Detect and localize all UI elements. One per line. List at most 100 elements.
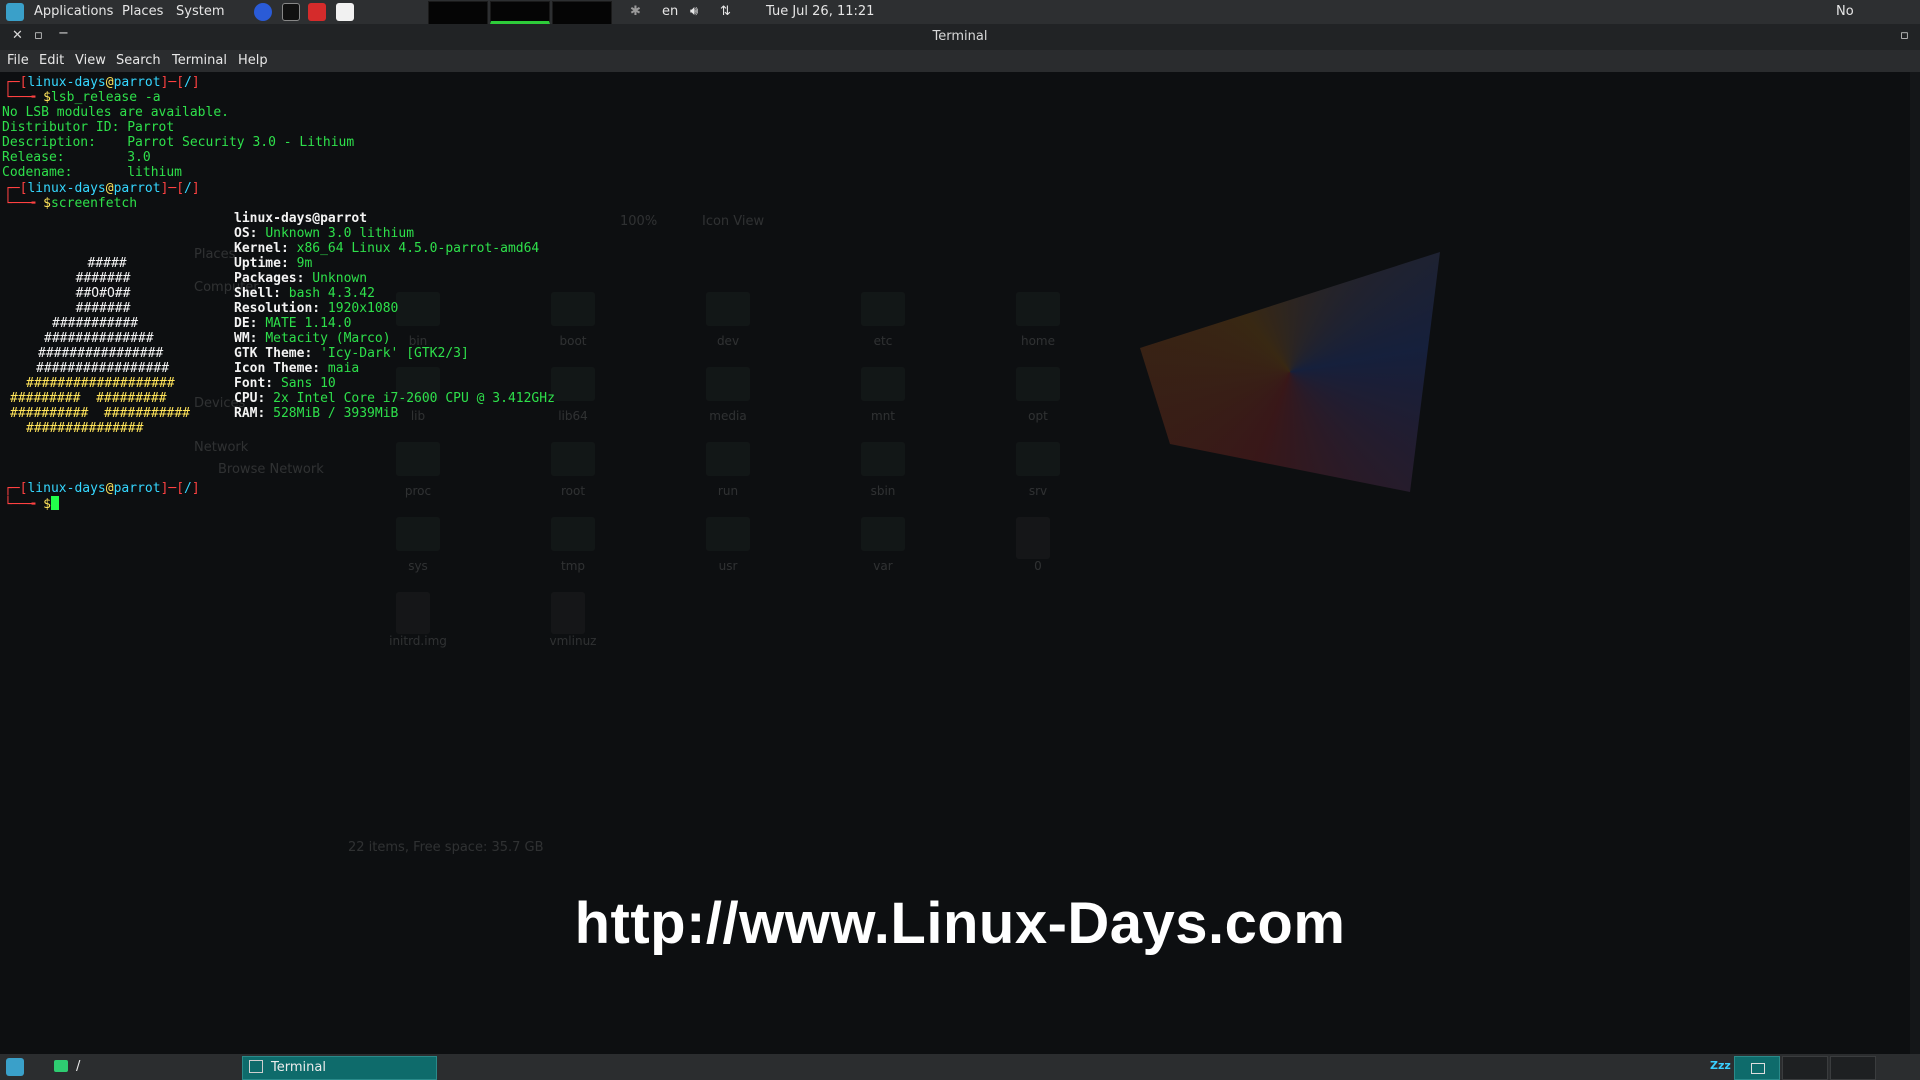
ascii-logo-line: ########### xyxy=(52,316,139,331)
screenshot-icon[interactable] xyxy=(308,3,326,21)
folder-icon xyxy=(861,517,905,551)
folder-label: dev xyxy=(716,334,740,348)
ascii-logo-line: ##O#O## xyxy=(60,286,131,301)
screenfetch-value: x86_64 Linux 4.5.0-parrot-amd64 xyxy=(296,241,540,256)
screenfetch-line: OS: Unknown 3.0 lithium xyxy=(234,226,414,241)
folder-label: tmp xyxy=(560,559,585,573)
folder-label: run xyxy=(717,484,739,498)
prompt-host: parrot xyxy=(113,481,161,496)
folder-icon xyxy=(396,592,430,634)
screenfetch-key: RAM: xyxy=(234,406,266,421)
screenfetch-key: CPU: xyxy=(234,391,266,406)
command-text: lsb_release -a xyxy=(50,90,161,105)
command-line-3[interactable]: └──╼ $ xyxy=(4,496,59,512)
ascii-logo-line: ####### xyxy=(60,271,131,286)
screenfetch-value: 9m xyxy=(296,256,313,271)
menu-system[interactable]: System xyxy=(176,0,224,24)
menu-help[interactable]: Help xyxy=(238,53,268,68)
sleep-indicator[interactable]: Zzz xyxy=(1710,1059,1731,1072)
screenfetch-line: GTK Theme: 'Icy-Dark' [GTK2/3] xyxy=(234,346,469,361)
file-manager-task-label[interactable]: / xyxy=(76,1059,80,1074)
folder-label: mnt xyxy=(871,409,895,423)
ascii-logo-line: ##### xyxy=(64,256,127,271)
menu-view[interactable]: View xyxy=(75,53,106,68)
parrot-logo-icon[interactable] xyxy=(6,3,24,21)
ascii-logo-line: ################### xyxy=(26,376,175,391)
screenfetch-line: CPU: 2x Intel Core i7-2600 CPU @ 3.412GH… xyxy=(234,391,555,406)
window-titlebar[interactable]: ✕ ▫ − Terminal ▫ xyxy=(0,24,1920,50)
menu-edit[interactable]: Edit xyxy=(39,53,64,68)
ascii-logo-line: ########## ########### xyxy=(10,406,191,421)
screenfetch-key: Resolution: xyxy=(234,301,321,316)
prompt-user: linux-days xyxy=(27,481,106,496)
bottom-taskbar: / Terminal Zzz xyxy=(0,1054,1920,1080)
folder-label: media xyxy=(709,409,747,423)
screenfetch-line: Uptime: 9m xyxy=(234,256,312,271)
prompt-path: / xyxy=(184,481,192,496)
folder-icon xyxy=(551,517,595,551)
wallpaper-wing xyxy=(1140,252,1440,492)
terminal-menubar: File Edit View Search Terminal Help xyxy=(0,50,1920,72)
folder-icon xyxy=(1016,517,1050,559)
prompt-line-3: ┌─[linux-days@parrot]─[/] xyxy=(4,481,200,496)
folder-icon xyxy=(706,292,750,326)
folder-label: etc xyxy=(873,334,893,348)
keyboard-layout[interactable]: en xyxy=(662,0,678,24)
workspace-switcher[interactable] xyxy=(1734,1056,1780,1080)
folder-icon xyxy=(706,517,750,551)
top-panel: Applications Places System ✱ en 🔊︎ ⇅ Tue… xyxy=(0,0,1920,43)
folder-icon xyxy=(1016,442,1060,476)
file-manager-status: 22 items, Free space: 35.7 GB xyxy=(348,840,544,855)
screenfetch-value: Unknown xyxy=(312,271,368,286)
window-title: Terminal xyxy=(932,29,988,44)
screenfetch-value: Intel Core i7-2600 CPU @ 3.412GHz xyxy=(296,391,555,406)
screenfetch-key: Packages: xyxy=(234,271,305,286)
screenfetch-line: RAM: 528MiB / 3939MiB xyxy=(234,406,398,421)
folder-label: home xyxy=(1020,334,1056,348)
folder-icon[interactable] xyxy=(54,1060,68,1072)
folder-icon xyxy=(861,442,905,476)
folder-icon xyxy=(706,442,750,476)
network-graph xyxy=(552,1,612,25)
screenfetch-key: OS: xyxy=(234,226,258,241)
menu-terminal[interactable]: Terminal xyxy=(172,53,227,68)
volume-icon[interactable]: 🔊︎ xyxy=(690,0,698,24)
zoom-level: 100% xyxy=(620,214,658,229)
show-desktop-icon[interactable] xyxy=(6,1058,24,1076)
screenfetch-key: DE: xyxy=(234,316,258,331)
folder-icon xyxy=(706,367,750,401)
sidebar-places: Places xyxy=(194,247,236,262)
screenfetch-value: 1920x1080 xyxy=(327,301,399,316)
screenfetch-key: Icon Theme: xyxy=(234,361,321,376)
folder-label: initrd.img xyxy=(389,634,447,648)
text-editor-icon[interactable] xyxy=(336,3,354,21)
output-line: Release: 3.0 xyxy=(2,150,151,165)
menu-file[interactable]: File xyxy=(7,53,29,68)
cpu-count: 2x xyxy=(273,391,289,406)
screenfetch-value: Sans 10 xyxy=(280,376,336,391)
screenfetch-key: WM: xyxy=(234,331,258,346)
firefox-icon[interactable] xyxy=(254,3,272,21)
network-updown-icon[interactable]: ⇅ xyxy=(720,0,731,24)
menu-applications[interactable]: Applications xyxy=(34,0,113,24)
output-line: Codename: lithium xyxy=(2,165,183,180)
terminal-task-button[interactable]: Terminal xyxy=(242,1056,437,1080)
screenfetch-line: DE: MATE 1.14.0 xyxy=(234,316,351,331)
bluetooth-icon[interactable]: ✱ xyxy=(630,0,641,24)
workspace-2[interactable] xyxy=(1782,1056,1828,1080)
screenfetch-line: Kernel: x86_64 Linux 4.5.0-parrot-amd64 xyxy=(234,241,539,256)
indicators-label[interactable]: No Indicators xyxy=(1836,0,1920,43)
restore-icon[interactable]: ▫ xyxy=(1900,28,1909,43)
menu-places[interactable]: Places xyxy=(122,0,163,24)
clock[interactable]: Tue Jul 26, 11:21 xyxy=(766,0,874,24)
sidebar-network: Network xyxy=(194,440,249,455)
folder-icon xyxy=(861,292,905,326)
folder-icon xyxy=(861,367,905,401)
screenfetch-key: Uptime: xyxy=(234,256,289,271)
workspace-3[interactable] xyxy=(1830,1056,1876,1080)
screenfetch-line: Icon Theme: maia xyxy=(234,361,359,376)
menu-search[interactable]: Search xyxy=(116,53,161,68)
terminal-icon[interactable] xyxy=(282,3,300,21)
terminal-task-label: Terminal xyxy=(271,1060,326,1075)
ascii-logo-line: ####### xyxy=(60,301,131,316)
